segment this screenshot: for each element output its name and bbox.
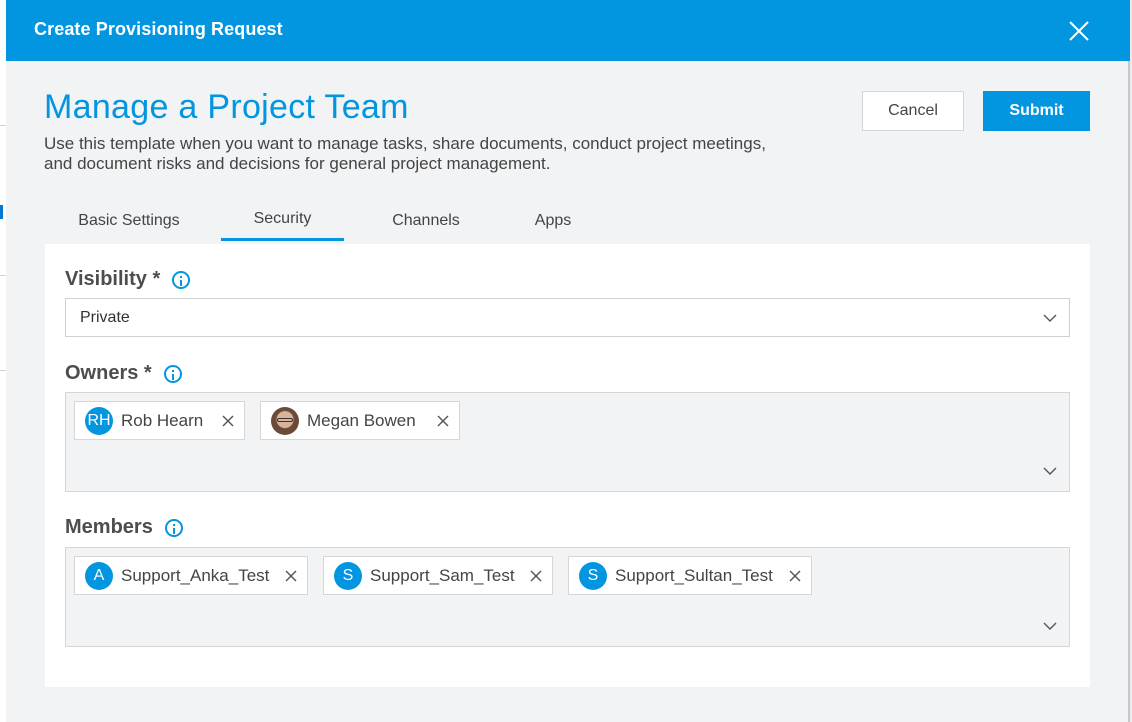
remove-icon[interactable]	[789, 570, 801, 582]
member-chip: A Support_Anka_Test	[74, 556, 308, 595]
chip-name: Support_Sam_Test	[370, 565, 515, 585]
remove-icon[interactable]	[530, 570, 542, 582]
info-icon[interactable]	[164, 518, 183, 537]
avatar-photo	[271, 406, 299, 435]
tab-channels[interactable]: Channels	[372, 200, 480, 241]
avatar: S	[334, 561, 362, 590]
chevron-down-icon	[1043, 314, 1057, 322]
close-icon[interactable]	[1068, 20, 1090, 42]
info-icon[interactable]	[172, 270, 191, 289]
remove-icon[interactable]	[285, 570, 297, 582]
owners-label-text: Owners *	[65, 362, 152, 384]
tab-bar: Basic Settings Security Channels Apps	[44, 200, 1090, 242]
chip-name: Megan Bowen	[307, 410, 416, 430]
avatar: S	[579, 561, 607, 590]
remove-icon[interactable]	[437, 415, 449, 427]
visibility-label: Visibility *	[65, 268, 191, 291]
description-line: Use this template when you want to manag…	[44, 134, 766, 153]
remove-icon[interactable]	[222, 415, 234, 427]
visibility-select[interactable]: Private	[65, 298, 1070, 337]
tab-apps[interactable]: Apps	[514, 200, 592, 241]
security-panel: Visibility * Private Owners * RH Rob Hea…	[45, 244, 1090, 687]
cancel-button[interactable]: Cancel	[862, 91, 964, 131]
tab-security[interactable]: Security	[221, 200, 344, 241]
chip-name: Rob Hearn	[121, 410, 204, 430]
owner-chip: Megan Bowen	[260, 401, 460, 440]
avatar: A	[85, 561, 113, 590]
member-chip: S Support_Sultan_Test	[568, 556, 812, 595]
owner-chip: RH Rob Hearn	[74, 401, 245, 440]
chip-name: Support_Sultan_Test	[615, 565, 773, 585]
owners-picker[interactable]: RH Rob Hearn Megan Bowen	[65, 392, 1070, 492]
chevron-down-icon[interactable]	[1043, 622, 1057, 631]
members-label: Members	[65, 516, 183, 539]
info-icon[interactable]	[163, 364, 182, 383]
dialog-titlebar: Create Provisioning Request	[6, 0, 1130, 61]
tab-basic-settings[interactable]: Basic Settings	[64, 200, 194, 241]
members-label-text: Members	[65, 516, 153, 538]
chevron-down-icon[interactable]	[1043, 467, 1057, 476]
visibility-label-text: Visibility *	[65, 268, 161, 290]
member-chip: S Support_Sam_Test	[323, 556, 553, 595]
submit-button[interactable]: Submit	[983, 91, 1090, 131]
owners-label: Owners *	[65, 362, 182, 385]
avatar: RH	[85, 406, 113, 435]
dialog-title: Create Provisioning Request	[34, 19, 283, 39]
provisioning-dialog: Create Provisioning Request Manage a Pro…	[6, 0, 1130, 722]
template-description: Use this template when you want to manag…	[44, 134, 864, 174]
visibility-value: Private	[80, 308, 130, 326]
description-line: and document risks and decisions for gen…	[44, 154, 551, 173]
members-picker[interactable]: A Support_Anka_Test S Support_Sam_Test S…	[65, 547, 1070, 647]
page-title: Manage a Project Team	[44, 88, 409, 126]
chip-name: Support_Anka_Test	[121, 565, 270, 585]
